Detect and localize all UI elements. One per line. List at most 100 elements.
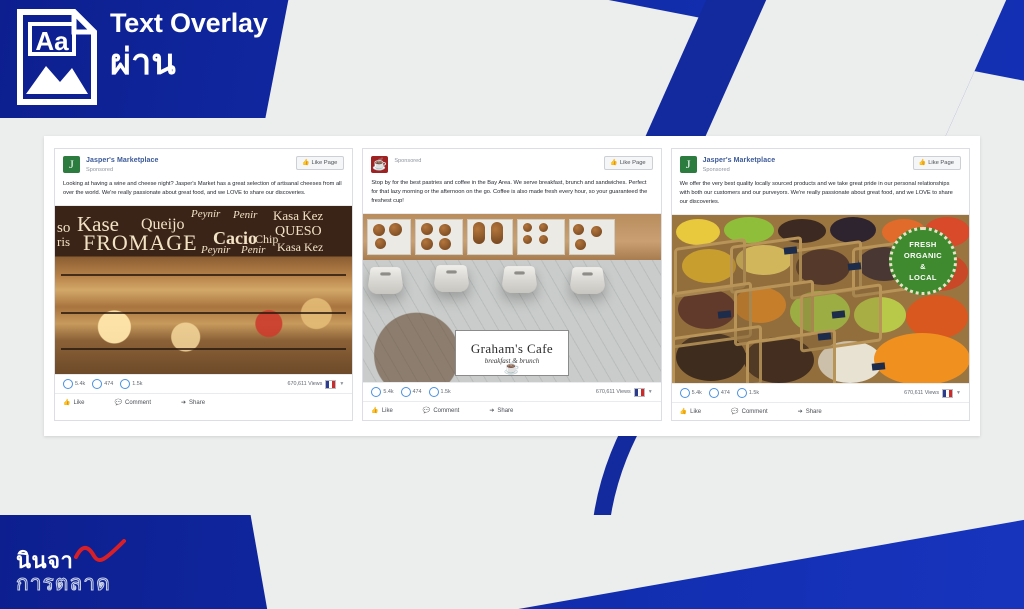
like-reaction-icon (679, 388, 690, 398)
flag-icon (325, 379, 337, 389)
ad-image[interactable]: FRESH ORGANIC & LOCAL (671, 214, 969, 384)
coffee-cup-icon: ☕ (503, 360, 521, 375)
view-count: 670,611 Views (287, 381, 323, 387)
thumbs-up-icon: 👍 (302, 160, 310, 166)
ad-card[interactable]: J Jasper's Marketplace Sponsored 👍 Like … (670, 148, 970, 421)
avatar[interactable]: J (679, 156, 697, 173)
svg-text:Aa: Aa (35, 26, 69, 56)
like-reaction-icon (371, 387, 382, 397)
slide-canvas: Aa Text Overlay ผ่าน J Jasper's Marketpl… (0, 0, 1024, 609)
love-reaction-icon (92, 379, 103, 389)
chevron-down-icon[interactable]: ▼ (956, 390, 961, 396)
view-count: 670,611 Views (904, 390, 940, 396)
ad-image[interactable]: Graham's Cafe breakfast & brunch ☕ (363, 213, 661, 383)
badge-line-4: LOCAL (909, 273, 937, 282)
chevron-down-icon[interactable]: ▼ (339, 381, 344, 387)
ads-panel: J Jasper's Marketplace Sponsored 👍 Like … (44, 136, 980, 436)
share-button[interactable]: ➔ Share (489, 407, 514, 415)
like-page-button[interactable]: 👍 Like Page (604, 156, 653, 170)
reaction-count: 474 (720, 390, 730, 396)
page-title: Text Overlay (110, 8, 268, 38)
share-label: Share (497, 407, 514, 414)
bakery-photo: Graham's Cafe breakfast & brunch ☕ (363, 214, 661, 382)
like-page-button[interactable]: 👍 Like Page (912, 156, 961, 170)
comment-button[interactable]: 💬 Comment (422, 407, 460, 415)
ad-card[interactable]: J Jasper's Marketplace Sponsored 👍 Like … (54, 148, 354, 421)
like-page-button[interactable]: 👍 Like Page (296, 156, 345, 170)
ad-stats-row: 5.4k 474 1.5k 670,611 Views ▼ (55, 375, 353, 394)
reaction-item: 5.4k (63, 379, 85, 389)
flag-icon (633, 387, 645, 397)
reaction-count: 1.5k (132, 381, 143, 387)
share-button[interactable]: ➔ Share (181, 399, 205, 407)
fresh-organic-local-badge: FRESH ORGANIC & LOCAL (888, 227, 957, 295)
ad-actions-row: 👍 Like 💬 Comment ➔ Share (55, 394, 352, 411)
badge-line-1: FRESH (909, 240, 937, 249)
flag-icon (942, 388, 954, 398)
thumbs-up-icon: 👍 (918, 160, 927, 166)
ad-card-header: J Jasper's Marketplace Sponsored 👍 Like … (55, 149, 352, 177)
reaction-item: 474 (708, 388, 730, 398)
brand-logo: นินจา การตลาด (16, 539, 166, 596)
reaction-counts: 5.4k 474 1.5k (371, 387, 451, 397)
ad-actions-row: 👍 Like 💬 Comment ➔ Share (363, 402, 660, 419)
reaction-item: 474 (92, 379, 113, 389)
badge-line-3: & (920, 262, 926, 271)
share-icon: ➔ (489, 408, 495, 414)
wow-reaction-icon (120, 379, 131, 389)
ad-image[interactable]: so Kase Queijo Peynir Penir Kasa Kez ris… (55, 205, 353, 375)
comment-button[interactable]: 💬 Comment (731, 408, 768, 416)
avatar-glyph: J (69, 157, 74, 171)
like-button[interactable]: 👍 Like (679, 408, 702, 416)
like-button[interactable]: 👍 Like (371, 407, 393, 415)
ad-body-text: We offer the very best quality locally s… (679, 181, 953, 205)
ad-body-text: Stop by for the best pastries and coffee… (371, 180, 648, 204)
reaction-count: 1.5k (748, 390, 760, 396)
reaction-count: 5.4k (75, 381, 86, 387)
view-count-group: 670,611 Views ▼ (904, 388, 961, 398)
avatar[interactable]: ☕ (371, 156, 389, 173)
thumbs-up-icon: 👍 (371, 408, 379, 414)
share-icon: ➔ (797, 409, 803, 415)
comment-button[interactable]: 💬 Comment (115, 399, 152, 407)
image-text-overlay-icon: Aa (17, 9, 97, 105)
reaction-count: 1.5k (440, 389, 451, 395)
comment-icon: 💬 (731, 409, 739, 415)
reaction-count: 5.4k (691, 390, 702, 396)
like-page-label: Like Page (928, 160, 954, 166)
reaction-item: 5.4k (371, 387, 394, 397)
text-overlay-sign: Graham's Cafe breakfast & brunch ☕ (454, 330, 569, 376)
reaction-item: 474 (400, 387, 422, 397)
like-button[interactable]: 👍 Like (63, 399, 85, 407)
avatar[interactable]: J (63, 156, 80, 173)
ad-card-header: J Jasper's Marketplace Sponsored 👍 Like … (672, 149, 969, 177)
wow-reaction-icon (428, 387, 439, 397)
share-button[interactable]: ➔ Share (797, 408, 822, 416)
ad-body-text: Looking at having a wine and cheese nigh… (63, 181, 342, 196)
reaction-counts: 5.4k 474 1.5k (679, 388, 760, 398)
avatar-glyph: J (685, 157, 691, 171)
ad-stats-row: 5.4k 474 1.5k 670,611 Views ▼ (671, 384, 969, 403)
ad-actions-row: 👍 Like 💬 Comment ➔ Share (672, 403, 969, 420)
thumbs-up-icon: 👍 (679, 409, 688, 415)
like-label: Like (381, 407, 393, 414)
ad-card-header: ☕ Sponsored 👍 Like Page (363, 149, 660, 176)
page-subtitle: ผ่าน (110, 41, 176, 82)
chevron-down-icon[interactable]: ▼ (648, 389, 653, 395)
ad-card[interactable]: ☕ Sponsored 👍 Like Page Stop by for the … (362, 148, 662, 421)
thumbs-up-icon: 👍 (63, 400, 71, 406)
bakery-counter (363, 214, 661, 260)
reaction-item: 1.5k (736, 388, 760, 398)
view-count-group: 670,611 Views ▼ (287, 379, 344, 389)
fruit-market-photo: FRESH ORGANIC & LOCAL (671, 215, 969, 383)
view-count-group: 670,611 Views ▼ (595, 387, 653, 397)
comment-icon: 💬 (422, 408, 431, 414)
reaction-item: 1.5k (120, 379, 142, 389)
reaction-count: 5.4k (383, 389, 394, 395)
cheese-wall-words: so Kase Queijo Peynir Penir Kasa Kez ris… (57, 208, 324, 256)
comment-label: Comment (433, 407, 460, 414)
view-count: 670,611 Views (595, 389, 631, 395)
reaction-item: 5.4k (679, 388, 702, 398)
comment-label: Comment (124, 399, 151, 406)
cafe-name: Graham's Cafe (470, 340, 554, 356)
